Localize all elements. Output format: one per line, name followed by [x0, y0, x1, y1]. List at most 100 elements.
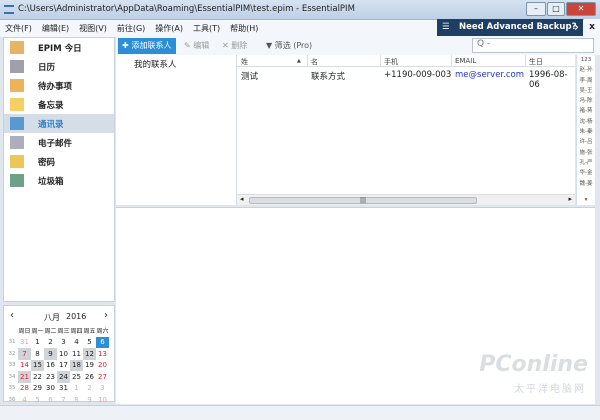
calendar-day[interactable]: 5: [31, 394, 44, 406]
sidebar-item[interactable]: 日历: [4, 57, 114, 76]
menu-item[interactable]: 操作(A): [150, 20, 188, 37]
menu-item[interactable]: 文件(F): [0, 20, 37, 37]
edit-button[interactable]: ✎ 编辑: [184, 38, 209, 54]
sidebar-item[interactable]: 密码: [4, 152, 114, 171]
menu-item[interactable]: 前往(G): [112, 20, 150, 37]
column-divider[interactable]: [380, 55, 381, 66]
group-my-contacts[interactable]: 我的联系人: [134, 58, 177, 70]
maximize-button[interactable]: □: [547, 2, 565, 16]
calendar-day[interactable]: 6: [96, 336, 109, 348]
index-letter[interactable]: 冯-陈: [577, 96, 595, 106]
index-letter[interactable]: 施-张: [577, 148, 595, 158]
next-month-button[interactable]: ›: [104, 310, 108, 321]
week-number: 33: [8, 362, 16, 369]
calendar-day[interactable]: 27: [96, 371, 109, 383]
index-scroll-down-icon[interactable]: ▾: [577, 195, 595, 205]
calendar-day[interactable]: 30: [44, 383, 57, 395]
calendar-day[interactable]: 16: [44, 360, 57, 372]
menu-item[interactable]: 视图(V): [74, 20, 112, 37]
calendar-day[interactable]: 21: [18, 371, 31, 383]
calendar-day[interactable]: 17: [57, 360, 70, 372]
calendar-day[interactable]: 13: [96, 348, 109, 360]
sidebar-item[interactable]: 垃圾箱: [4, 171, 114, 190]
calendar-day[interactable]: 1: [70, 383, 83, 395]
calendar-day[interactable]: 3: [96, 383, 109, 395]
calendar-day[interactable]: 10: [57, 348, 70, 360]
calendar-day[interactable]: 15: [31, 359, 44, 371]
scroll-thumb[interactable]: |||: [249, 197, 477, 204]
index-letter[interactable]: 华-金: [577, 168, 595, 178]
index-letter[interactable]: 赵-孙: [577, 65, 595, 75]
index-letter[interactable]: 123: [577, 55, 595, 65]
calendar-day[interactable]: 18: [70, 359, 83, 371]
column-divider[interactable]: [307, 55, 308, 66]
index-letter[interactable]: 吴-王: [577, 86, 595, 96]
index-letter[interactable]: 李-周: [577, 76, 595, 86]
todo-icon: [10, 79, 24, 92]
sidebar-item[interactable]: EPIM 今日: [4, 38, 114, 57]
scroll-left-icon[interactable]: ◂: [240, 195, 244, 203]
calendar-day[interactable]: 7: [18, 348, 31, 360]
minimize-button[interactable]: –: [526, 2, 546, 16]
add-contact-button[interactable]: ✚ 添加联系人: [118, 38, 176, 54]
calendar-day[interactable]: 31: [57, 383, 70, 395]
calendar-day[interactable]: 2: [83, 383, 96, 395]
column-header[interactable]: 生日: [529, 57, 543, 67]
banner-close-button[interactable]: x: [584, 19, 600, 36]
calendar-day[interactable]: 31: [18, 337, 31, 349]
calendar-day[interactable]: 9: [83, 394, 96, 406]
index-letter[interactable]: 孔-严: [577, 158, 595, 168]
menu-item[interactable]: 工具(T): [188, 20, 225, 37]
calendar-day[interactable]: 26: [83, 371, 96, 383]
calendar-day[interactable]: 14: [18, 360, 31, 372]
calendar-day[interactable]: 23: [44, 371, 57, 383]
column-divider[interactable]: [525, 55, 526, 66]
calendar-day[interactable]: 22: [31, 371, 44, 383]
column-divider[interactable]: [451, 55, 452, 66]
calendar-day[interactable]: 5: [83, 337, 96, 349]
calendar-day[interactable]: 8: [70, 394, 83, 406]
calendar-day[interactable]: 4: [70, 337, 83, 349]
calendar-day[interactable]: 28: [18, 383, 31, 395]
calendar-day[interactable]: 2: [44, 337, 57, 349]
index-letter[interactable]: 许-吕: [577, 137, 595, 147]
column-header[interactable]: EMAIL: [455, 57, 476, 65]
calendar-day[interactable]: 3: [57, 337, 70, 349]
calendar-day[interactable]: 25: [70, 371, 83, 383]
calendar-day[interactable]: 8: [31, 348, 44, 360]
column-header[interactable]: 名: [311, 57, 318, 67]
horizontal-scrollbar[interactable]: ◂ ||| ▸: [237, 194, 575, 205]
toolbar: ✚ 添加联系人 ✎ 编辑 ✕ 删除 ▼ 筛选 (Pro) Q -: [116, 37, 600, 55]
advanced-backup-banner[interactable]: ☰ Need Advanced Backup? ›: [437, 19, 583, 36]
calendar-day[interactable]: 4: [18, 394, 31, 406]
menu-item[interactable]: 帮助(H): [225, 20, 263, 37]
index-letter[interactable]: 朱-秦: [577, 127, 595, 137]
filter-button[interactable]: ▼ 筛选 (Pro): [266, 38, 312, 54]
column-header[interactable]: 姓: [241, 57, 248, 67]
calendar-day[interactable]: 1: [31, 337, 44, 349]
calendar-day[interactable]: 7: [57, 394, 70, 406]
calendar-day[interactable]: 19: [83, 360, 96, 372]
scroll-right-icon[interactable]: ▸: [568, 195, 572, 203]
calendar-day[interactable]: 11: [70, 348, 83, 360]
calendar-day[interactable]: 6: [44, 394, 57, 406]
sidebar-item[interactable]: 待办事项: [4, 76, 114, 95]
index-letter[interactable]: 沈-杨: [577, 117, 595, 127]
column-header[interactable]: 手机: [384, 57, 398, 67]
menu-item[interactable]: 编辑(E): [37, 20, 74, 37]
sidebar-item[interactable]: 电子邮件: [4, 133, 114, 152]
search-input[interactable]: Q -: [472, 38, 594, 53]
sidebar-item[interactable]: 通讯录: [4, 114, 114, 133]
calendar-day[interactable]: 9: [44, 348, 57, 360]
close-button[interactable]: ✕: [566, 2, 596, 16]
index-letter[interactable]: 褚-蒋: [577, 106, 595, 116]
calendar-day[interactable]: 20: [96, 360, 109, 372]
calendar-day[interactable]: 12: [83, 348, 96, 360]
prev-month-button[interactable]: ‹: [10, 310, 14, 321]
delete-button[interactable]: ✕ 删除: [222, 38, 247, 54]
calendar-day[interactable]: 24: [57, 371, 70, 383]
index-letter[interactable]: 魏-姜: [577, 179, 595, 189]
calendar-day[interactable]: 10: [96, 394, 109, 406]
calendar-day[interactable]: 29: [31, 383, 44, 395]
sidebar-item[interactable]: 备忘录: [4, 95, 114, 114]
